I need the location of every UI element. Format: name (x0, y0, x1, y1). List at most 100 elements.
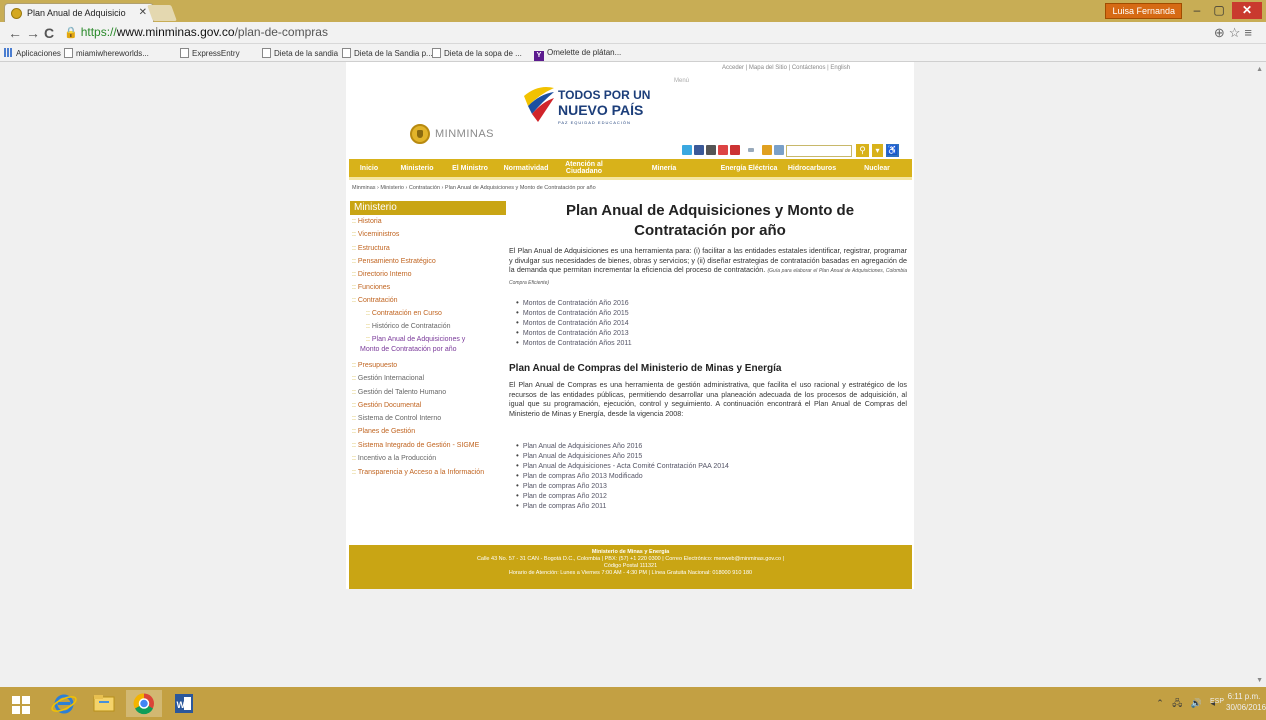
bookmark-item[interactable]: ExpressEntry (180, 48, 240, 58)
main-navigation: Inicio Ministerio El Ministro Normativid… (349, 159, 912, 177)
footer-org: Ministerio de Minas y Energía (591, 549, 670, 555)
tab-close-icon[interactable]: ✕ (139, 7, 147, 18)
section-subtitle: Plan Anual de Compras del Ministerio de … (509, 363, 782, 374)
sidebar-item-presupuesto[interactable]: :: Presupuesto (352, 362, 397, 369)
nav-normatividad[interactable]: Normatividad (497, 159, 555, 177)
bookmark-item[interactable]: Y Omelette de plátan... (534, 48, 621, 61)
twitter-icon[interactable] (682, 145, 692, 155)
search-icon[interactable]: ⚲ (856, 144, 869, 157)
new-tab-button[interactable] (147, 5, 177, 21)
monto-link[interactable]: • Montos de Contratación Año 2015 (516, 308, 629, 317)
vertical-scrollbar[interactable]: ▲ ▼ (1254, 62, 1266, 687)
bookmark-apps[interactable]: Aplicaciones (4, 48, 61, 58)
taskbar-clock[interactable]: 6:11 p.m. 30/06/2016 (1226, 691, 1266, 713)
url-field[interactable]: 🔒 https://www.minminas.gov.co/plan-de-com… (64, 25, 328, 39)
coat-of-arms-icon (410, 124, 430, 144)
sidebar-subitem-plan-anual[interactable]: :: Plan Anual de Adquisiciones y (366, 336, 465, 343)
sidebar-item-viceministros[interactable]: :: Viceministros (352, 231, 399, 238)
chrome-icon[interactable] (126, 690, 162, 717)
plan-link[interactable]: • Plan de compras Año 2013 (516, 481, 607, 490)
sidebar-item-gestion-documental[interactable]: :: Gestión Documental (352, 402, 421, 409)
utility-links[interactable]: Acceder | Mapa del Sitio | Contáctenos |… (722, 65, 850, 71)
windows-start-icon[interactable] (6, 690, 36, 717)
logo-text: MINMINAS (435, 128, 494, 140)
user-profile-badge[interactable]: Luisa Fernanda (1105, 3, 1182, 19)
plan-link[interactable]: • Plan de compras Año 2011 (516, 501, 606, 510)
nav-ministerio[interactable]: Ministerio (391, 159, 443, 177)
nav-underline (349, 177, 912, 180)
bookmark-item[interactable]: Dieta de la Sandia p... (342, 48, 433, 58)
facebook-icon[interactable] (694, 145, 704, 155)
scroll-down-icon[interactable]: ▼ (1256, 677, 1263, 684)
file-explorer-icon[interactable] (86, 690, 122, 717)
sidebar-item-directorio[interactable]: :: Directorio Interno (352, 271, 412, 278)
sidebar-item-historia[interactable]: :: Historia (352, 218, 382, 225)
sidebar-item-estructura[interactable]: :: Estructura (352, 245, 390, 252)
sidebar-item-contratacion[interactable]: :: Contratación (352, 297, 398, 304)
google-plus-icon[interactable] (718, 145, 728, 155)
nav-energia-electrica[interactable]: Energía Eléctrica (717, 159, 781, 177)
sidebar-item-talento-humano[interactable]: :: Gestión del Talento Humano (352, 389, 446, 396)
scroll-up-icon[interactable]: ▲ (1256, 66, 1263, 73)
translate-icon[interactable] (774, 145, 784, 155)
nav-hidrocarburos[interactable]: Hidrocarburos (781, 159, 843, 177)
url-path: /plan-de-compras (234, 25, 328, 39)
bookmark-item[interactable]: Dieta de la sandia (262, 48, 338, 58)
window-titlebar: Plan Anual de Adquisicio ✕ Luisa Fernand… (0, 0, 1266, 22)
sidebar-item-funciones[interactable]: :: Funciones (352, 284, 390, 291)
nav-inicio[interactable]: Inicio (349, 159, 389, 177)
sidebar-item-pensamiento[interactable]: :: Pensamiento Estratégico (352, 258, 436, 265)
breadcrumb[interactable]: Minminas › Ministerio › Contratación › P… (352, 185, 596, 191)
site-search-input[interactable] (786, 145, 852, 157)
chevron-down-icon[interactable]: ▾ (872, 144, 883, 157)
word-icon[interactable]: W (166, 690, 202, 717)
flickr-icon[interactable] (706, 145, 716, 155)
footer-postal: Código Postal 111321 (603, 563, 658, 569)
plan-link[interactable]: • Plan de compras Año 2012 (516, 491, 607, 500)
sidebar-item-transparencia[interactable]: :: Transparencia y Acceso a la Informació… (352, 469, 484, 476)
sidebar-header[interactable]: Ministerio (350, 201, 506, 215)
monto-link[interactable]: • Montos de Contratación Año 2016 (516, 298, 629, 307)
reload-icon[interactable]: C (44, 25, 54, 41)
yahoo-icon: Y (534, 51, 544, 61)
sidebar-subitem-en-curso[interactable]: :: Contratación en Curso (366, 310, 442, 317)
browser-tab[interactable]: Plan Anual de Adquisicio ✕ (4, 3, 154, 22)
youtube-icon[interactable] (730, 145, 740, 155)
rss-icon[interactable] (762, 145, 772, 155)
internet-explorer-icon[interactable] (46, 690, 82, 717)
sidebar-subitem-plan-anual-line2[interactable]: Monto de Contratación por año (360, 346, 457, 353)
sidebar-item-sigme[interactable]: :: Sistema Integrado de Gestión - SIGME (352, 442, 479, 449)
bookmarks-bar: Aplicaciones miamiwhereworlds... Express… (0, 44, 1266, 62)
monto-link[interactable]: • Montos de Contratación Año 2013 (516, 328, 629, 337)
url-host: www.minminas.gov.co (116, 25, 235, 39)
nav-nuclear[interactable]: Nuclear (849, 159, 905, 177)
apps-grid-icon (4, 48, 13, 57)
plan-link[interactable]: • Plan de compras Año 2013 Modificado (516, 471, 643, 480)
todos-por-un-nuevo-pais-logo: TODOS POR UN NUEVO PAÍS PAZ EQUIDAD EDUC… (520, 82, 650, 138)
accessibility-icon[interactable]: ♿ (886, 144, 899, 157)
zoom-star-menu-icons[interactable]: ⊕☆≡ (1214, 25, 1256, 41)
language-indicator[interactable]: ESP (1210, 698, 1224, 705)
plan-link[interactable]: • Plan Anual de Adquisiciones - Acta Comi… (516, 461, 729, 470)
plan-link[interactable]: • Plan Anual de Adquisiciones Año 2016 (516, 441, 642, 450)
close-window-button[interactable]: ✕ (1232, 2, 1262, 19)
forward-arrow-icon[interactable]: → (26, 25, 40, 41)
monto-link[interactable]: • Montos de Contratación Año 2014 (516, 318, 629, 327)
minimize-button[interactable]: – (1186, 2, 1208, 19)
system-tray-icons[interactable]: ⌃ 🖧 🔊 ◂ (1156, 696, 1218, 712)
site-favicon-icon (11, 8, 22, 19)
nav-mineria[interactable]: Minería (641, 159, 687, 177)
back-arrow-icon[interactable]: ← (8, 25, 22, 41)
sidebar-item-gestion-internacional[interactable]: :: Gestión Internacional (352, 375, 424, 382)
monto-link[interactable]: • Montos de Contratación Años 2011 (516, 338, 632, 347)
bookmark-item[interactable]: miamiwhereworlds... (64, 48, 149, 58)
sidebar-item-control-interno[interactable]: :: Sistema de Control Interno (352, 415, 441, 422)
maximize-button[interactable]: ▢ (1208, 2, 1230, 19)
sidebar-item-planes-gestion[interactable]: :: Planes de Gestión (352, 428, 415, 435)
sidebar-item-incentivo[interactable]: :: Incentivo a la Producción (352, 455, 436, 462)
nav-el-ministro[interactable]: El Ministro (445, 159, 495, 177)
nav-atencion-ciudadano[interactable]: Atención al Ciudadano (557, 159, 611, 177)
sidebar-subitem-historico[interactable]: :: Histórico de Contratación (366, 323, 450, 330)
plan-link[interactable]: • Plan Anual de Adquisiciones Año 2015 (516, 451, 642, 460)
bookmark-item[interactable]: Dieta de la sopa de ... (432, 48, 522, 58)
